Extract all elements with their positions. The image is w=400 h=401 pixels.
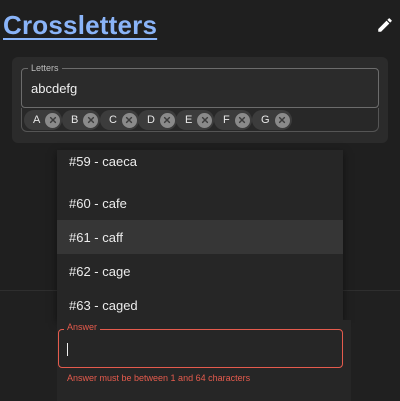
chip-label: A (33, 114, 41, 126)
letter-chip: A (24, 110, 63, 130)
pencil-icon (376, 16, 394, 39)
dropdown-option-highlighted[interactable]: #61 - caff (57, 220, 343, 254)
chip-remove-icon[interactable] (45, 112, 61, 128)
chip-label: E (185, 114, 193, 126)
chip-label: D (147, 114, 155, 126)
chip-label: G (261, 114, 270, 126)
answer-error-message: Answer must be between 1 and 64 characte… (67, 373, 251, 383)
chip-remove-icon[interactable] (121, 112, 137, 128)
word-dropdown-list[interactable]: #59 - caeca #60 - cafe #61 - caff #62 - … (57, 150, 343, 320)
letter-chip: D (138, 110, 177, 130)
dropdown-option[interactable]: #60 - cafe (57, 186, 343, 220)
chip-label: C (109, 114, 117, 126)
letter-chip: G (252, 110, 292, 130)
edit-button[interactable] (374, 16, 396, 38)
app-title[interactable]: Crossletters (3, 10, 157, 41)
chip-remove-icon[interactable] (274, 112, 290, 128)
letter-chip: F (214, 110, 252, 130)
text-caret (67, 343, 68, 356)
dropdown-option[interactable]: #59 - caeca (57, 150, 343, 170)
letters-value[interactable]: abcdefg (31, 81, 77, 96)
chip-label: F (223, 114, 230, 126)
answer-label: Answer (64, 322, 101, 330)
letter-chip: E (176, 110, 215, 130)
answer-input[interactable] (58, 329, 343, 368)
letter-chip: B (62, 110, 101, 130)
chip-remove-icon[interactable] (83, 112, 99, 128)
app-root: Crossletters Letters abcdefg A B C D E F… (0, 0, 400, 401)
letters-label: Letters (28, 63, 62, 73)
dropdown-option[interactable]: #63 - caged (57, 288, 343, 320)
chip-label: B (71, 114, 79, 126)
chip-remove-icon[interactable] (234, 112, 250, 128)
letter-chip: C (100, 110, 139, 130)
chip-remove-icon[interactable] (197, 112, 213, 128)
chip-remove-icon[interactable] (159, 112, 175, 128)
dropdown-option[interactable]: #62 - cage (57, 254, 343, 288)
